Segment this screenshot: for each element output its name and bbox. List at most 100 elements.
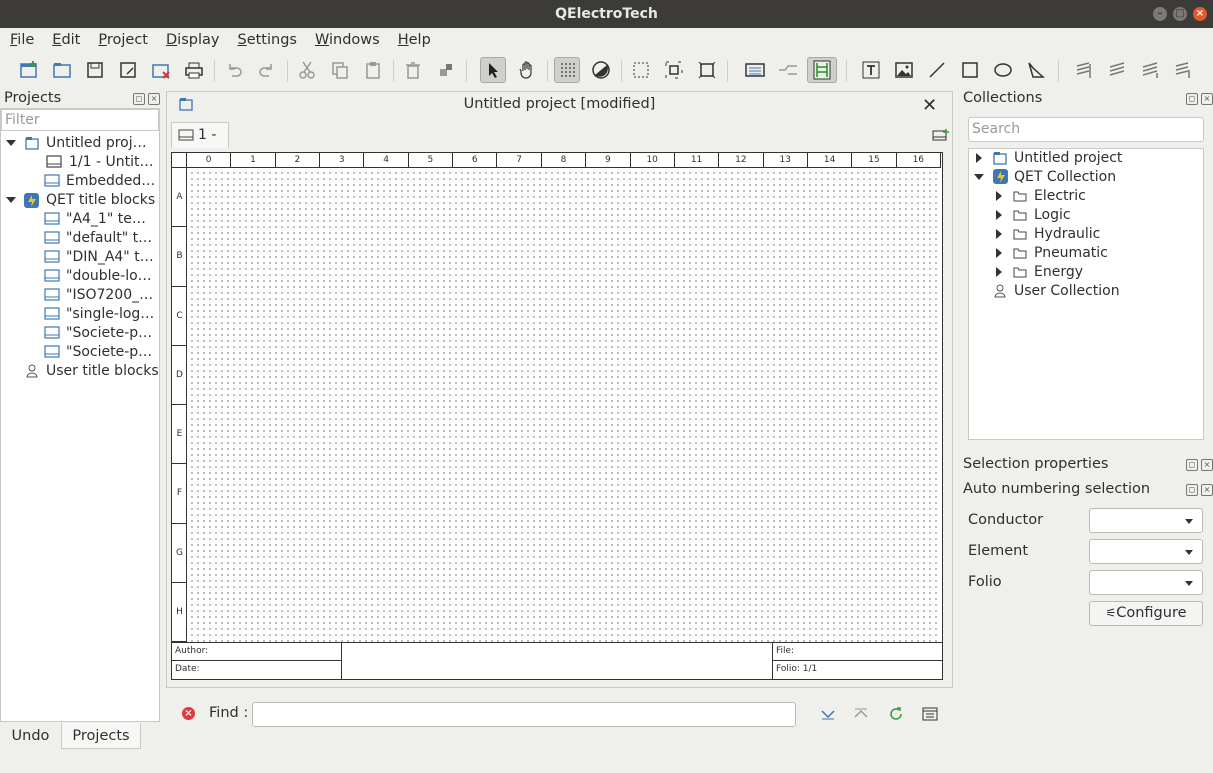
float-icon[interactable]: ◻ — [1186, 93, 1198, 105]
tree-item-folio[interactable]: 1/1 - Untit… — [69, 153, 158, 172]
configure-button[interactable]: ⚟Configure — [1089, 601, 1203, 626]
add-rectangle-icon[interactable] — [957, 57, 983, 83]
bring-front-icon[interactable] — [1104, 57, 1130, 83]
add-ellipse-icon[interactable] — [990, 57, 1016, 83]
drawing-grid[interactable] — [187, 168, 941, 642]
tree-item-titleblock[interactable]: "ISO7200_… — [66, 286, 158, 305]
conductor-icon[interactable] — [775, 57, 801, 83]
add-image-icon[interactable] — [891, 57, 917, 83]
collection-item-project[interactable]: Untitled project — [1014, 149, 1122, 168]
save-icon[interactable] — [82, 57, 108, 83]
menu-display[interactable]: Display — [156, 32, 227, 48]
send-back-icon[interactable] — [1137, 57, 1163, 83]
collection-item-electric[interactable]: Electric — [1034, 187, 1086, 206]
close-dock-icon[interactable]: × — [1201, 459, 1213, 471]
pan-mode-icon[interactable] — [514, 57, 540, 83]
float-icon[interactable]: ◻ — [1186, 484, 1198, 496]
close-find-icon[interactable]: × — [182, 707, 195, 720]
advanced-search-icon[interactable] — [922, 707, 938, 725]
open-project-icon[interactable] — [49, 57, 75, 83]
maximize-icon[interactable]: □ — [1173, 7, 1187, 21]
collection-item-energy[interactable]: Energy — [1034, 263, 1083, 282]
tree-item-titleblock[interactable]: "single-log… — [66, 305, 158, 324]
grid-toggle-icon[interactable] — [554, 57, 580, 83]
add-folio-icon[interactable] — [932, 128, 950, 148]
menu-windows[interactable]: Windows — [305, 32, 388, 48]
collections-search-input[interactable]: Search — [968, 117, 1204, 142]
delete-icon[interactable] — [400, 57, 426, 83]
refresh-icon[interactable] — [888, 706, 904, 726]
tree-item-embedded[interactable]: Embedded… — [66, 172, 158, 191]
expand-arrow-icon[interactable] — [996, 248, 1002, 258]
paste-icon[interactable] — [360, 57, 386, 83]
conductor-select[interactable] — [1089, 508, 1203, 533]
tree-item-titleblock[interactable]: "double-lo… — [66, 267, 158, 286]
find-input[interactable] — [252, 702, 796, 727]
save-as-icon[interactable] — [115, 57, 141, 83]
add-line-icon[interactable] — [924, 57, 950, 83]
float-icon[interactable]: ◻ — [1186, 459, 1198, 471]
find-next-icon[interactable] — [820, 707, 836, 725]
collection-item-pneumatic[interactable]: Pneumatic — [1034, 244, 1108, 263]
tree-item-titleblock[interactable]: "DIN_A4" t… — [66, 248, 158, 267]
tree-item-titleblock[interactable]: "default" t… — [66, 229, 158, 248]
tree-item-user-titleblocks[interactable]: User title blocks — [46, 362, 158, 381]
tab-folio-1[interactable]: 1 - — [171, 122, 229, 148]
add-polygon-icon[interactable] — [1023, 57, 1049, 83]
menu-help[interactable]: Help — [388, 32, 439, 48]
close-document-icon[interactable]: ✕ — [922, 95, 937, 116]
tree-item-titleblock[interactable]: "A4_1" te… — [66, 210, 158, 229]
close-window-icon[interactable]: × — [1193, 7, 1207, 21]
close-project-icon[interactable] — [148, 57, 174, 83]
cut-icon[interactable] — [294, 57, 320, 83]
collection-item-qet[interactable]: QET Collection — [1014, 168, 1116, 187]
menu-settings[interactable]: Settings — [227, 32, 305, 48]
bring-forward-icon[interactable] — [1071, 57, 1097, 83]
tab-projects[interactable]: Projects — [61, 723, 141, 749]
auto-conductor-icon[interactable] — [807, 57, 837, 83]
collection-item-hydraulic[interactable]: Hydraulic — [1034, 225, 1100, 244]
contrast-icon[interactable] — [588, 57, 614, 83]
redo-icon[interactable] — [254, 57, 280, 83]
send-backward-icon[interactable] — [1170, 57, 1196, 83]
close-dock-icon[interactable]: × — [1201, 93, 1213, 105]
expand-arrow-icon[interactable] — [996, 229, 1002, 239]
new-project-icon[interactable] — [16, 57, 42, 83]
collection-item-user[interactable]: User Collection — [1014, 282, 1120, 301]
expand-arrow-icon[interactable] — [996, 191, 1002, 201]
menu-file[interactable]: File — [0, 32, 42, 48]
expand-arrow-icon[interactable] — [6, 140, 16, 146]
float-icon[interactable]: ◻ — [133, 93, 145, 105]
folio-select[interactable] — [1089, 570, 1203, 595]
select-all-icon[interactable] — [628, 57, 654, 83]
select-mode-icon[interactable] — [480, 57, 506, 83]
expand-arrow-icon[interactable] — [996, 210, 1002, 220]
minimize-icon[interactable]: – — [1153, 7, 1167, 21]
diagram-sheet[interactable]: 0 1 2 3 4 5 6 7 8 9 10 11 12 13 14 15 16 ABCDEFGH Author… — [171, 152, 943, 680]
edit-titleblock-icon[interactable] — [742, 57, 768, 83]
menu-project[interactable]: Project — [88, 32, 156, 48]
tab-undo[interactable]: Undo — [0, 723, 61, 749]
tree-item-project[interactable]: Untitled proj… — [46, 134, 158, 153]
print-icon[interactable] — [181, 57, 207, 83]
menu-edit[interactable]: Edit — [42, 32, 88, 48]
expand-arrow-icon[interactable] — [6, 197, 16, 203]
copy-icon[interactable] — [327, 57, 353, 83]
collapse-arrow-icon[interactable] — [974, 174, 984, 180]
projects-filter-input[interactable]: Filter — [1, 109, 159, 131]
expand-arrow-icon[interactable] — [976, 153, 982, 163]
tree-item-titleblock[interactable]: "Societe-p… — [66, 324, 158, 343]
rotate-icon[interactable] — [433, 57, 459, 83]
undo-icon[interactable] — [221, 57, 247, 83]
zoom-fit-icon[interactable] — [661, 57, 687, 83]
close-dock-icon[interactable]: × — [1201, 484, 1213, 496]
tree-item-qet-titleblocks[interactable]: QET title blocks — [46, 191, 158, 210]
close-dock-icon[interactable]: × — [148, 93, 160, 105]
tree-item-titleblock[interactable]: "Societe-p… — [66, 343, 158, 362]
expand-arrow-icon[interactable] — [996, 267, 1002, 277]
zoom-reset-icon[interactable] — [694, 57, 720, 83]
collection-item-logic[interactable]: Logic — [1034, 206, 1071, 225]
find-previous-icon[interactable] — [853, 707, 869, 725]
add-text-icon[interactable] — [858, 57, 884, 83]
element-select[interactable] — [1089, 539, 1203, 564]
